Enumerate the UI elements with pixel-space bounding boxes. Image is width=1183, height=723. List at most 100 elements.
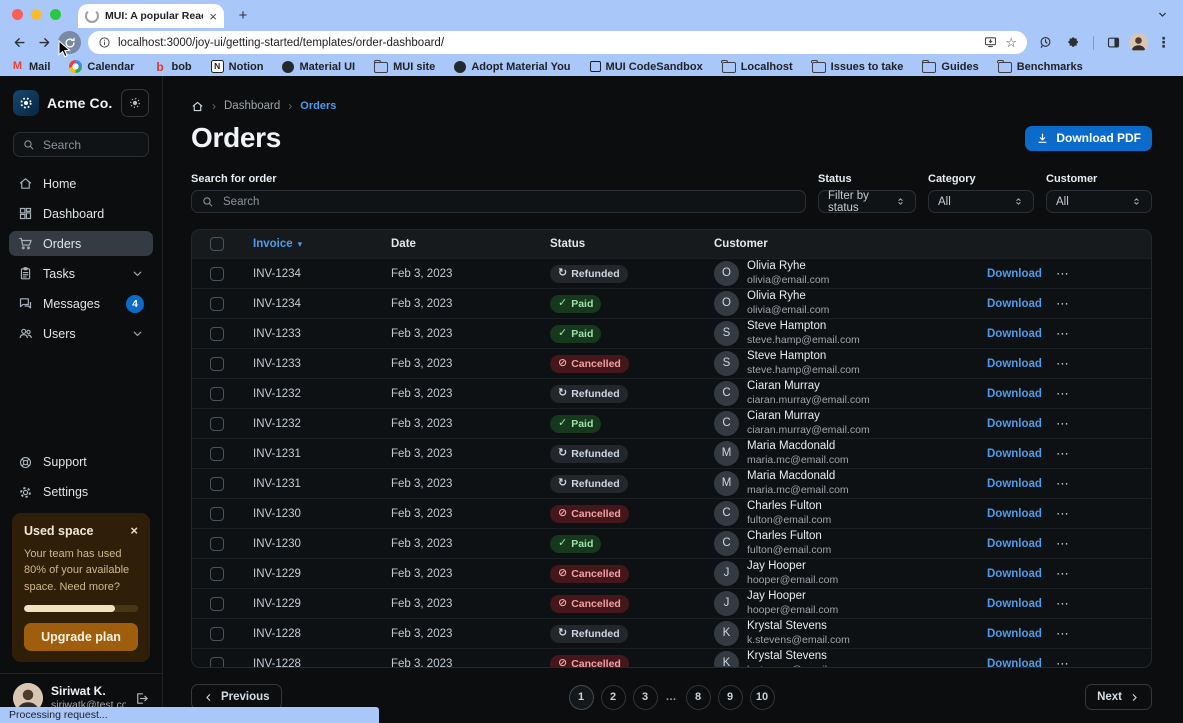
page-button[interactable]: 1 (569, 685, 594, 710)
sidebar-item-settings[interactable]: Settings (9, 480, 153, 505)
row-checkbox[interactable] (210, 447, 224, 461)
row-checkbox[interactable] (210, 507, 224, 521)
download-pdf-button[interactable]: Download PDF (1025, 126, 1152, 151)
sidebar-search-input[interactable] (41, 137, 135, 153)
close-icon[interactable]: × (130, 524, 138, 537)
bookmark[interactable]: Guides (922, 60, 978, 73)
tab-search-button[interactable] (1151, 6, 1173, 22)
row-menu-icon[interactable]: ⋯ (1056, 386, 1070, 402)
install-app-icon[interactable] (983, 35, 998, 50)
customer-filter-select[interactable]: All (1046, 190, 1152, 213)
column-invoice[interactable]: Invoice ▾ (241, 238, 379, 250)
home-icon[interactable] (191, 100, 204, 113)
bookmark[interactable]: Calendar (69, 60, 134, 73)
page-button[interactable]: 10 (750, 685, 775, 710)
status-filter-select[interactable]: Filter by status (818, 190, 916, 213)
row-menu-icon[interactable]: ⋯ (1056, 446, 1070, 462)
back-button[interactable] (7, 30, 32, 55)
sidebar-search[interactable] (13, 132, 149, 157)
window-zoom-button[interactable] (50, 9, 61, 20)
download-link[interactable]: Download (987, 568, 1042, 580)
row-menu-icon[interactable]: ⋯ (1056, 476, 1070, 492)
row-menu-icon[interactable]: ⋯ (1056, 566, 1070, 582)
row-checkbox[interactable] (210, 327, 224, 341)
bookmark[interactable]: MUI site (374, 60, 435, 73)
bookmark[interactable]: Localhost (722, 60, 793, 73)
row-menu-icon[interactable]: ⋯ (1056, 656, 1070, 669)
new-tab-button[interactable]: + (232, 4, 254, 26)
row-checkbox[interactable] (210, 627, 224, 641)
sidebar-item-home[interactable]: Home (9, 171, 153, 196)
download-link[interactable]: Download (987, 328, 1042, 340)
download-link[interactable]: Download (987, 268, 1042, 280)
site-info-icon[interactable] (98, 36, 111, 49)
order-search-input[interactable] (221, 195, 796, 209)
bookmark[interactable]: Notion (211, 60, 264, 73)
sidebar-item-tasks[interactable]: Tasks (9, 261, 153, 286)
theme-toggle-button[interactable] (121, 89, 149, 117)
download-link[interactable]: Download (987, 358, 1042, 370)
page-button[interactable]: 8 (686, 685, 711, 710)
row-checkbox[interactable] (210, 477, 224, 491)
window-minimize-button[interactable] (31, 9, 42, 20)
bookmark-star-icon[interactable]: ☆ (1005, 35, 1017, 51)
bookmark[interactable]: Material UI (282, 61, 355, 73)
download-link[interactable]: Download (987, 508, 1042, 520)
row-checkbox[interactable] (210, 267, 224, 281)
page-button[interactable]: 2 (601, 685, 626, 710)
row-checkbox[interactable] (210, 387, 224, 401)
download-link[interactable]: Download (987, 388, 1042, 400)
breadcrumb-dashboard[interactable]: Dashboard (224, 100, 280, 112)
download-link[interactable]: Download (987, 598, 1042, 610)
page-button[interactable]: 3 (633, 685, 658, 710)
bookmark[interactable]: Benchmarks (998, 60, 1083, 73)
tab-close-icon[interactable]: × (209, 10, 217, 23)
browser-profile-avatar[interactable] (1129, 33, 1148, 52)
sidebar-item-dashboard[interactable]: Dashboard (9, 201, 153, 226)
upgrade-plan-button[interactable]: Upgrade plan (24, 623, 138, 651)
download-link[interactable]: Download (987, 628, 1042, 640)
sidebar-item-messages[interactable]: Messages 4 (9, 291, 153, 316)
row-checkbox[interactable] (210, 537, 224, 551)
browser-tab[interactable]: MUI: A popular React UI fram × (78, 4, 224, 28)
logout-button[interactable] (134, 691, 149, 706)
row-checkbox[interactable] (210, 297, 224, 311)
address-bar[interactable]: localhost:3000/joy-ui/getting-started/te… (88, 31, 1027, 54)
browser-menu-icon[interactable]: ⋮ (1151, 30, 1176, 55)
row-menu-icon[interactable]: ⋯ (1056, 356, 1070, 372)
bookmark[interactable]: Issues to take (812, 60, 904, 73)
bookmark[interactable]: MUI CodeSandbox (590, 61, 703, 73)
page-button[interactable]: … (665, 685, 679, 710)
page-button[interactable]: 9 (718, 685, 743, 710)
next-page-button[interactable]: Next (1085, 684, 1152, 710)
order-search[interactable] (191, 190, 806, 213)
download-link[interactable]: Download (987, 538, 1042, 550)
bookmark[interactable]: bob (153, 60, 191, 73)
download-link[interactable]: Download (987, 658, 1042, 669)
row-menu-icon[interactable]: ⋯ (1056, 266, 1070, 282)
row-menu-icon[interactable]: ⋯ (1056, 536, 1070, 552)
select-all-checkbox[interactable] (210, 237, 224, 251)
download-link[interactable]: Download (987, 448, 1042, 460)
reload-button[interactable] (57, 30, 82, 55)
download-link[interactable]: Download (987, 478, 1042, 490)
sidebar-item-users[interactable]: Users (9, 321, 153, 346)
row-menu-icon[interactable]: ⋯ (1056, 506, 1070, 522)
row-menu-icon[interactable]: ⋯ (1056, 296, 1070, 312)
bookmark[interactable]: Adopt Material You (454, 61, 570, 73)
row-checkbox[interactable] (210, 567, 224, 581)
download-link[interactable]: Download (987, 298, 1042, 310)
sidebar-item-support[interactable]: Support (9, 450, 153, 475)
category-filter-select[interactable]: All (928, 190, 1034, 213)
row-menu-icon[interactable]: ⋯ (1056, 416, 1070, 432)
row-checkbox[interactable] (210, 597, 224, 611)
row-checkbox[interactable] (210, 657, 224, 669)
row-menu-icon[interactable]: ⋯ (1056, 626, 1070, 642)
row-menu-icon[interactable]: ⋯ (1056, 596, 1070, 612)
bookmark[interactable]: Mail (11, 60, 50, 73)
forward-button[interactable] (32, 30, 57, 55)
window-close-button[interactable] (12, 9, 23, 20)
side-panel-icon[interactable] (1101, 30, 1126, 55)
row-menu-icon[interactable]: ⋯ (1056, 326, 1070, 342)
row-checkbox[interactable] (210, 417, 224, 431)
